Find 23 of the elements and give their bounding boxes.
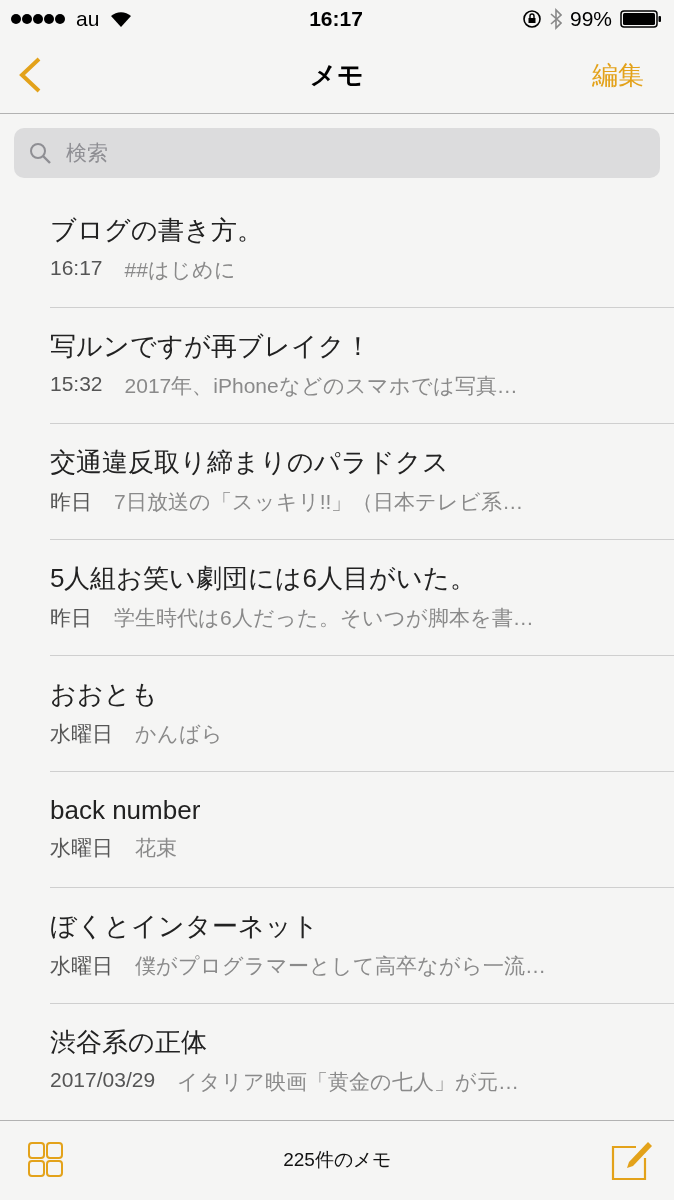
gallery-view-button[interactable] — [28, 1142, 64, 1179]
back-button[interactable] — [18, 56, 42, 95]
note-item[interactable]: ぼくとインターネット 水曜日 僕がプログラマーとして高卒ながら一流… — [50, 887, 674, 1004]
rotation-lock-icon — [521, 8, 542, 29]
note-item[interactable]: 写ルンですが再ブレイク！ 15:32 2017年、iPhoneなどのスマホでは写真… — [50, 307, 674, 424]
note-item[interactable]: 交通違反取り締まりのパラドクス 昨日 7日放送の「スッキリ!!」（日本テレビ系… — [50, 423, 674, 540]
note-item[interactable]: ブログの書き方。 16:17 ##はじめに — [50, 191, 674, 308]
bluetooth-icon — [549, 7, 562, 30]
battery-icon — [620, 9, 662, 28]
signal-icon — [10, 12, 66, 25]
note-count: 225件のメモ — [283, 1148, 391, 1173]
carrier-name: au — [76, 6, 100, 31]
battery-percentage: 99% — [569, 6, 612, 31]
search-icon — [28, 140, 52, 165]
note-item[interactable]: 渋谷系の正体 2017/03/29 イタリア映画「黄金の七人」が元… — [50, 1003, 674, 1120]
note-item[interactable]: おおとも 水曜日 かんばら — [50, 655, 674, 772]
wifi-icon — [109, 9, 134, 28]
search-field[interactable]: 検索 — [64, 139, 646, 166]
note-item[interactable]: back number 水曜日 花束 — [50, 771, 674, 888]
status-time: 16:17 — [309, 6, 363, 31]
note-item[interactable]: 5人組お笑い劇団には6人目がいた。 昨日 学生時代は6人だった。そいつが脚本を書… — [50, 539, 674, 656]
nav-title: メモ — [310, 58, 364, 92]
search-bar[interactable]: 検索 — [14, 127, 660, 178]
